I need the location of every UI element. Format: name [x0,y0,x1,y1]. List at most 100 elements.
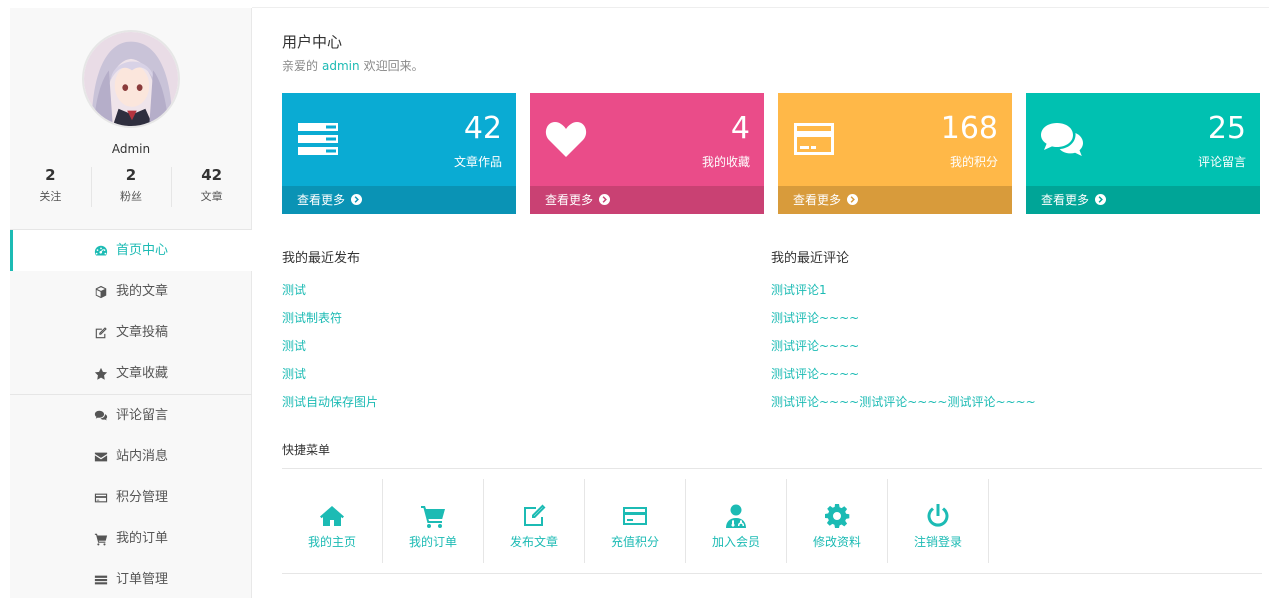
quick-item-label: 发布文章 [509,535,558,549]
card-more-link[interactable]: 查看更多 [282,186,516,214]
recent-posts-list: 测试 测试制表符 测试 测试 测试自动保存图片 [282,282,378,422]
card-body: 4 我的收藏 [530,93,764,186]
stat-number: 2 [125,166,137,184]
envelope-icon [94,450,110,464]
quick-item-label: 加入会员 [711,535,760,549]
card-label: 文章作品 [453,155,502,169]
cart-icon [94,532,110,546]
sidebar-item-label: 订单管理 [115,572,168,587]
recent-comment-link[interactable]: 测试评论~~~~ [771,310,1036,338]
credit-card-icon [94,491,110,505]
arrow-circle-right-icon [351,194,363,205]
card-more-link[interactable]: 查看更多 [1026,186,1260,214]
sidebar-item-my-articles[interactable]: 我的文章 [10,271,252,312]
user-md-icon [723,503,749,529]
arrow-circle-right-icon [1095,194,1107,205]
stat-following[interactable]: 2 关注 [10,165,91,209]
card-favorites: 4 我的收藏 查看更多 [530,93,764,214]
sidebar-item-comments[interactable]: 评论留言 [10,395,252,436]
quick-item-orders[interactable]: 我的订单 [383,479,484,563]
quick-item-label: 我的主页 [307,535,356,549]
edit-icon [94,326,110,340]
star-icon [94,367,110,381]
card-body: 25 评论留言 [1026,93,1260,186]
card-more-label: 查看更多 [545,193,594,207]
edit-icon [521,503,547,529]
quick-item-label: 修改资料 [812,535,861,549]
welcome-prefix: 亲爱的 [282,59,319,73]
quick-item-recharge[interactable]: 充值积分 [585,479,686,563]
sidebar-item-messages[interactable]: 站内消息 [10,436,252,477]
credit-card-icon [792,119,836,159]
user-stats: 2 关注 2 粉丝 42 文章 [10,165,252,209]
sidebar: Admin 2 关注 2 粉丝 42 文章 首页中心 我的文章 文章投稿 文章收… [10,8,252,598]
top-divider [252,7,1269,8]
recent-comment-link[interactable]: 测试评论~~~~ [771,366,1036,394]
sidebar-item-home-center[interactable]: 首页中心 [10,230,252,271]
sidebar-item-label: 文章收藏 [115,366,168,381]
recent-comments-list: 测试评论1 测试评论~~~~ 测试评论~~~~ 测试评论~~~~ 测试评论~~~… [771,282,1036,422]
list-icon [94,573,110,587]
sidebar-item-label: 我的文章 [115,284,168,299]
sidebar-item-label: 积分管理 [115,490,168,505]
recent-post-link[interactable]: 测试 [282,366,378,394]
quick-item-membership[interactable]: 加入会员 [686,479,787,563]
quick-menu-title: 快捷菜单 [282,443,331,457]
card-body: 168 我的积分 [778,93,1012,186]
recent-posts-title: 我的最近发布 [282,251,361,266]
quick-item-label: 我的订单 [408,535,457,549]
sidebar-item-submit-article[interactable]: 文章投稿 [10,312,252,353]
recent-post-link[interactable]: 测试 [282,338,378,366]
home-icon [319,503,345,529]
sidebar-item-label: 我的订单 [115,531,168,546]
sidebar-item-my-orders[interactable]: 我的订单 [10,518,252,559]
quick-item-home[interactable]: 我的主页 [282,479,383,563]
quick-item-label: 充值积分 [610,535,659,549]
welcome-suffix: 欢迎回来。 [363,59,424,73]
sidebar-item-label: 站内消息 [115,449,168,464]
card-more-label: 查看更多 [297,193,346,207]
card-more-link[interactable]: 查看更多 [530,186,764,214]
stat-followers[interactable]: 2 粉丝 [90,165,172,209]
recent-comment-link[interactable]: 测试评论1 [771,282,1036,310]
arrow-circle-right-icon [847,194,859,205]
username: Admin [111,142,151,156]
recent-comment-link[interactable]: 测试评论~~~~测试评论~~~~测试评论~~~~ [771,394,1036,422]
stat-label: 关注 [39,190,62,203]
sidebar-item-label: 文章投稿 [115,325,168,340]
quick-item-label: 注销登录 [913,535,962,549]
card-value: 168 [940,111,998,146]
server-icon [296,119,340,159]
welcome-user-link[interactable]: admin [322,59,360,73]
quick-menu-divider [282,468,1262,469]
card-label: 我的收藏 [701,155,750,169]
sidebar-item-order-management[interactable]: 订单管理 [10,559,252,598]
card-label: 评论留言 [1197,155,1246,169]
recent-post-link[interactable]: 测试 [282,282,378,310]
welcome-text: 亲爱的 admin 欢迎回来。 [282,57,424,74]
sidebar-item-points[interactable]: 积分管理 [10,477,252,518]
stat-number: 42 [201,166,223,184]
card-value: 25 [1207,111,1246,146]
sidebar-item-label: 首页中心 [115,243,168,258]
recent-post-link[interactable]: 测试制表符 [282,310,378,338]
quick-item-edit-profile[interactable]: 修改资料 [787,479,888,563]
comments-icon [94,409,110,423]
avatar[interactable] [82,30,180,128]
sidebar-item-favorites[interactable]: 文章收藏 [10,353,252,394]
recent-comments-title: 我的最近评论 [771,251,850,266]
quick-menu-bottom-divider [282,573,1262,574]
card-more-link[interactable]: 查看更多 [778,186,1012,214]
card-body: 42 文章作品 [282,93,516,186]
stat-articles[interactable]: 42 文章 [171,165,252,209]
quick-item-publish[interactable]: 发布文章 [484,479,585,563]
sidebar-menu: 首页中心 我的文章 文章投稿 文章收藏 评论留言 站内消息 积分管理 我的订单 … [10,229,252,598]
recent-post-link[interactable]: 测试自动保存图片 [282,394,378,422]
stat-label: 粉丝 [120,190,142,203]
card-more-label: 查看更多 [793,193,842,207]
card-value: 4 [730,111,750,146]
card-articles: 42 文章作品 查看更多 [282,93,516,214]
quick-item-logout[interactable]: 注销登录 [888,479,989,563]
recent-comment-link[interactable]: 测试评论~~~~ [771,338,1036,366]
card-more-label: 查看更多 [1041,193,1090,207]
